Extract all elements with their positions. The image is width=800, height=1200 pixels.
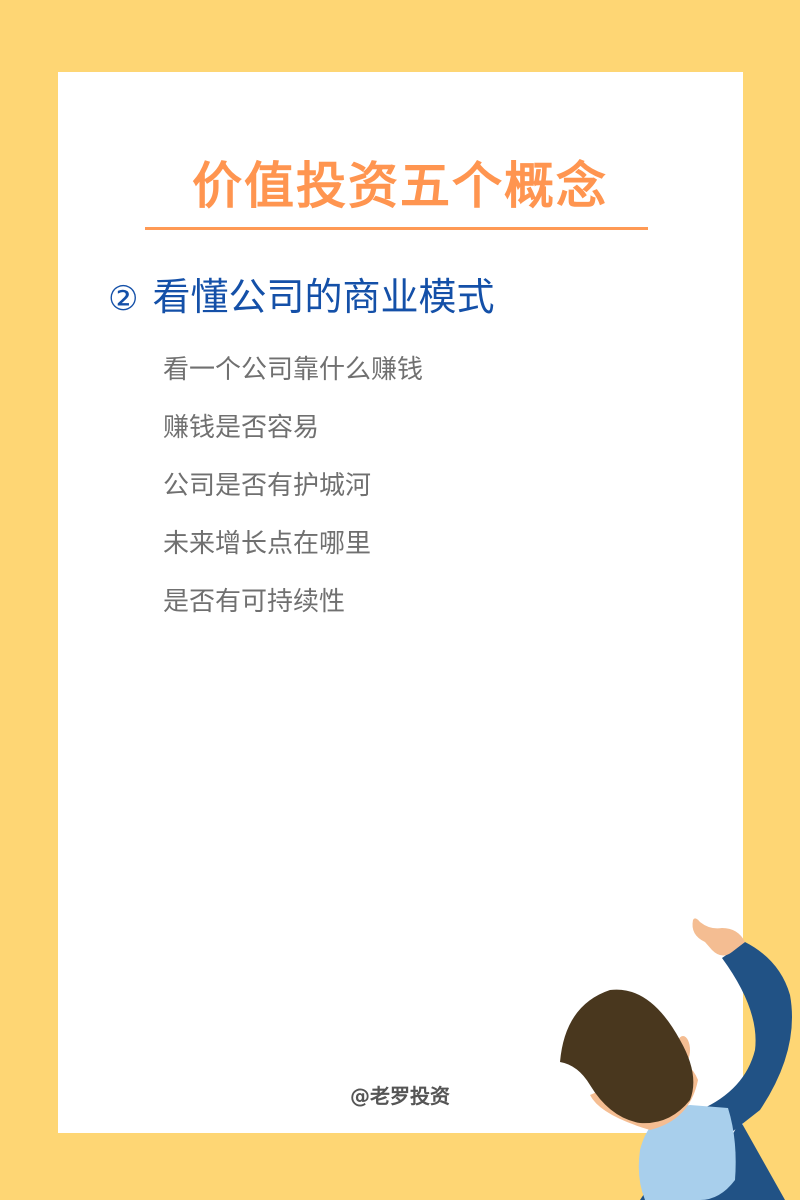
pointing-person-illustration (560, 918, 792, 1200)
